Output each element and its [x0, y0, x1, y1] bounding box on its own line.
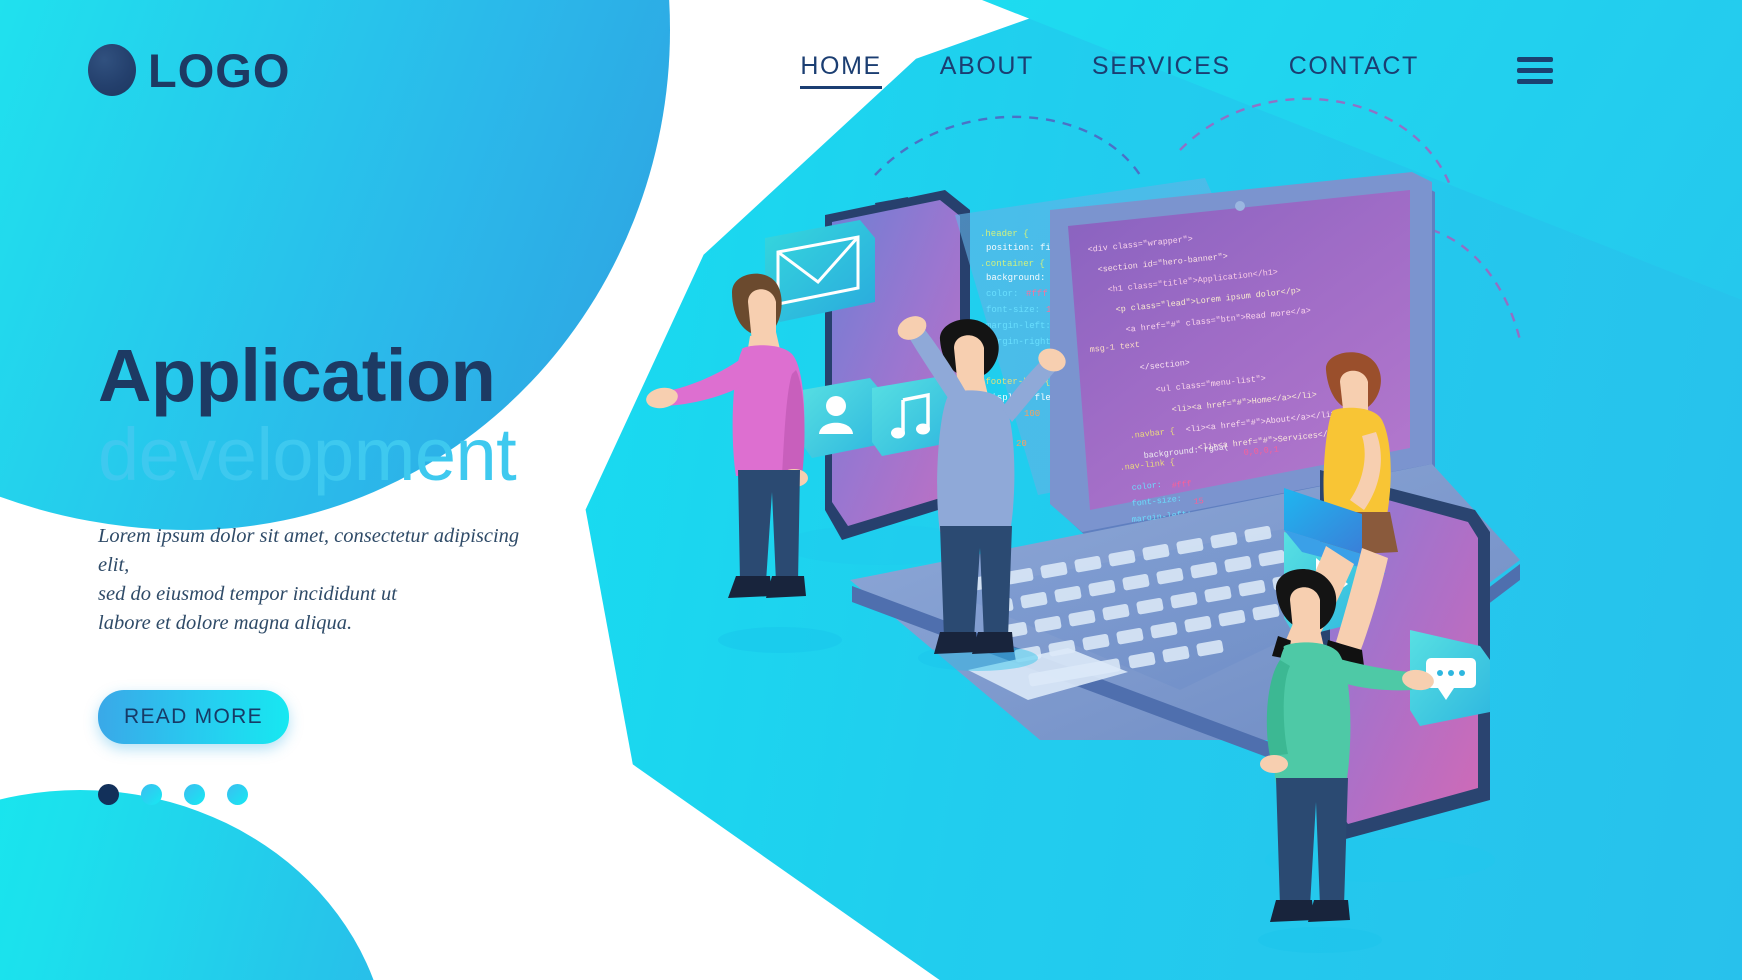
site-header: LOGO HOME ABOUT SERVICES CONTACT — [0, 0, 1742, 140]
hamburger-bar-3 — [1516, 78, 1553, 84]
svg-text:20: 20 — [1016, 439, 1027, 449]
carousel-dot-3[interactable] — [184, 784, 205, 806]
circle-logo-icon — [88, 44, 136, 96]
hamburger-bar-1 — [1516, 56, 1553, 62]
svg-text:margin-left:: margin-left: — [986, 321, 1051, 331]
carousel-dot-1[interactable] — [98, 784, 119, 806]
background-blob-bottom-left — [0, 790, 390, 980]
hamburger-bar-2 — [1516, 67, 1553, 73]
brand-logo[interactable]: LOGO — [88, 43, 290, 98]
svg-text:#fff: #fff — [1026, 289, 1048, 299]
hero-paragraph-line-1: Lorem ipsum dolor sit amet, consectetur … — [98, 524, 520, 577]
svg-text:.header {: .header { — [980, 229, 1029, 239]
svg-text:#fff: #fff — [1171, 479, 1192, 491]
nav-item-home[interactable]: HOME — [800, 52, 883, 89]
nav-item-about[interactable]: ABOUT — [940, 52, 1034, 89]
svg-text:color:: color: — [986, 289, 1018, 299]
svg-text:.container {: .container { — [980, 259, 1045, 269]
hamburger-menu-icon[interactable] — [1516, 56, 1553, 84]
hero-paragraph-line-2: sed do eiusmod tempor incididunt ut — [98, 583, 397, 606]
landing-page-stage: .header { position: fixed; .container { … — [0, 0, 1742, 980]
carousel-dot-2[interactable] — [141, 784, 162, 806]
isometric-illustration: .header { position: fixed; .container { … — [620, 40, 1742, 980]
svg-text:15: 15 — [1193, 496, 1204, 507]
nav-item-services[interactable]: SERVICES — [1092, 52, 1231, 89]
hero-section: Application development Lorem ipsum dolo… — [98, 334, 718, 806]
carousel-dot-4[interactable] — [227, 784, 248, 806]
primary-navigation: HOME ABOUT SERVICES CONTACT — [800, 52, 1553, 89]
user-icon-card — [802, 378, 882, 458]
svg-text:font-size:: font-size: — [986, 305, 1040, 315]
hero-paragraph-line-3: labore et dolore magna aliqua. — [98, 612, 353, 635]
read-more-button[interactable]: READ MORE — [98, 690, 289, 745]
svg-text:100: 100 — [1024, 409, 1040, 419]
nav-item-contact[interactable]: CONTACT — [1289, 52, 1419, 89]
hero-title-line-2: development — [98, 413, 517, 497]
hero-paragraph: Lorem ipsum dolor sit amet, consectetur … — [98, 522, 528, 638]
brand-logo-text: LOGO — [148, 43, 291, 97]
hero-title-line-1: Application — [98, 334, 496, 417]
carousel-dots — [98, 784, 718, 806]
